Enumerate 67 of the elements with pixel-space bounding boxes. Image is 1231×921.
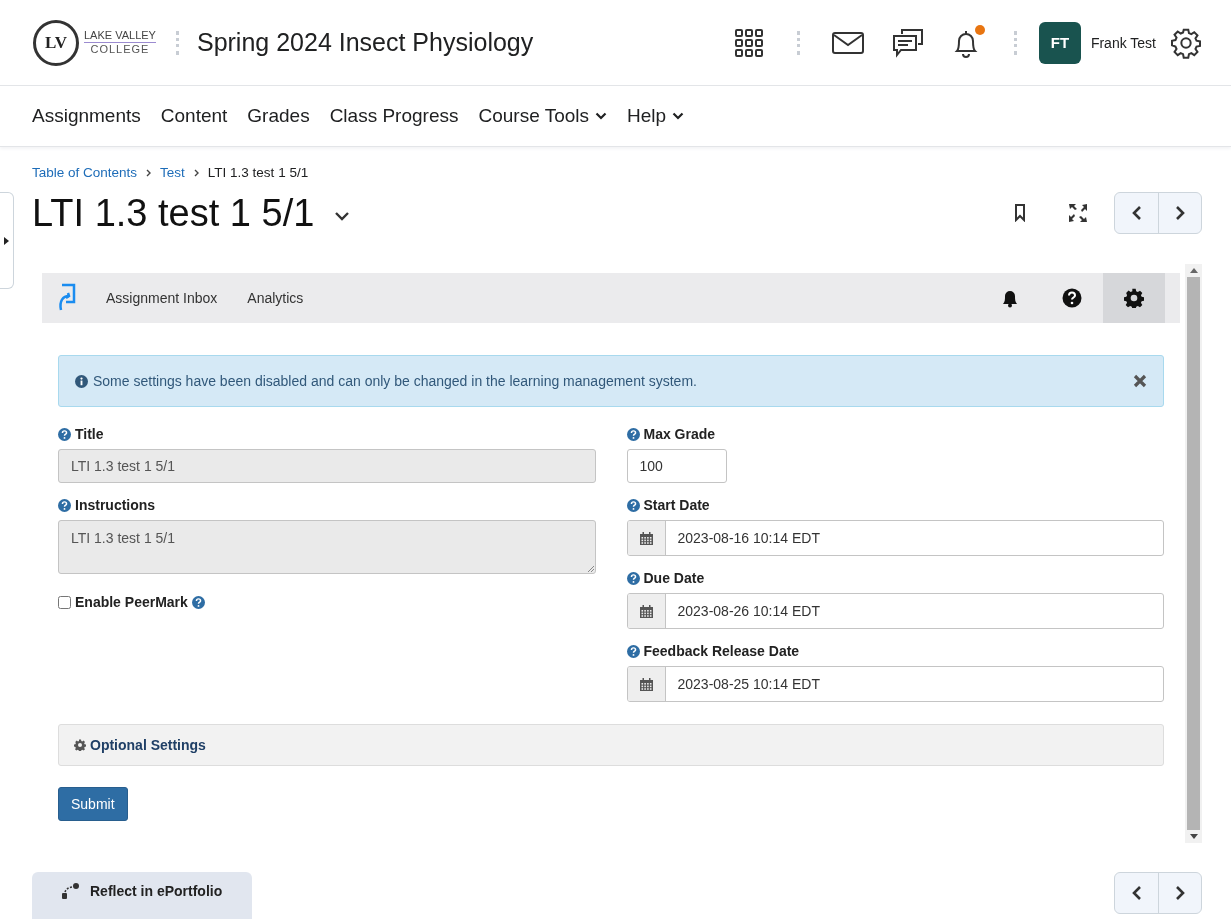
settings-button[interactable] [1103,273,1165,323]
help-icon[interactable] [626,644,640,658]
scroll-up-icon[interactable] [1189,268,1198,273]
chevron-left-icon [1131,885,1142,901]
user-name[interactable]: Frank Test [1090,34,1156,51]
logo-subtitle: COLLEGE [89,43,151,55]
max-grade-field[interactable]: 100 [626,449,727,483]
settings-icon[interactable] [1170,26,1202,59]
logo-name: LAKE VALLEY [84,30,156,43]
field-label: Title [75,426,104,442]
info-icon [75,374,88,388]
scroll-down-icon[interactable] [1189,834,1198,839]
user-avatar[interactable]: FT [1038,21,1081,64]
college-logo[interactable]: LV LAKE VALLEY COLLEGE [33,19,156,66]
eportfolio-icon [62,883,80,899]
field-label: Enable PeerMark [75,594,188,610]
optional-settings-panel[interactable]: Optional Settings [58,724,1164,766]
help-icon[interactable] [58,427,71,441]
bookmark-icon[interactable] [1014,204,1026,222]
nav-menu-item[interactable]: Assignments [32,105,141,127]
settings-icon [1124,288,1144,308]
help-icon[interactable] [626,498,640,512]
nav-menu-item[interactable]: Grades [247,105,310,127]
breadcrumb-current: LTI 1.3 test 1 5/1 [207,165,309,180]
tool-tab[interactable]: Analytics [247,290,304,306]
close-icon[interactable] [1133,374,1147,388]
mail-icon[interactable] [831,31,864,54]
scrollbar[interactable] [1185,264,1202,843]
chat-bubbles-icon[interactable] [891,27,924,58]
help-icon[interactable] [58,498,71,512]
submit-button[interactable]: Submit [58,787,128,821]
course-title[interactable]: Spring 2024 Insect Physiology [196,28,534,57]
triangle-right-icon [4,236,9,245]
alert-message: Some settings have been disabled and can only be changed in the learning management system. [93,373,697,389]
breadcrumb-link[interactable]: Test [160,165,185,180]
chevron-down-icon[interactable] [334,211,351,221]
help-icon[interactable] [191,595,205,609]
chevron-down-icon [672,112,685,120]
fullscreen-icon[interactable] [1068,203,1088,223]
chevron-right-icon [193,168,199,177]
chevron-right-icon [1175,205,1185,221]
reflect-eportfolio-button[interactable]: Reflect in ePortfolio [32,872,253,919]
nav-menu-item[interactable]: Course Tools [478,105,607,127]
tool-tab[interactable]: Assignment Inbox [106,290,218,306]
enable-checkbox[interactable] [58,595,71,609]
field-label: Due Date [643,570,705,586]
gear-icon [74,739,86,751]
side-panel-toggle[interactable] [0,192,14,289]
help-icon[interactable] [626,427,640,441]
field-label: Start Date [643,497,710,513]
help-icon[interactable] [626,571,640,585]
nav-menu-item[interactable]: Class Progress [329,105,459,127]
chevron-left-icon [1131,205,1142,221]
field-label: Feedback Release Date [643,643,800,659]
nav-menu-item[interactable]: Content [160,105,228,127]
field-label: Max Grade [643,426,716,442]
page-title: LTI 1.3 test 1 5/1 [32,191,315,235]
help-icon [1062,288,1082,308]
nav-menu-item[interactable]: Help [627,105,685,127]
logo-monogram: LV [33,19,79,66]
bell-icon [1000,288,1020,308]
chevron-right-icon [1175,885,1185,901]
chevron-down-icon [595,112,607,120]
chevron-right-icon [146,168,152,177]
breadcrumb-link[interactable]: Table of Contents [32,165,138,180]
app-grid-icon[interactable] [734,28,763,57]
field-label: Instructions [75,497,156,513]
